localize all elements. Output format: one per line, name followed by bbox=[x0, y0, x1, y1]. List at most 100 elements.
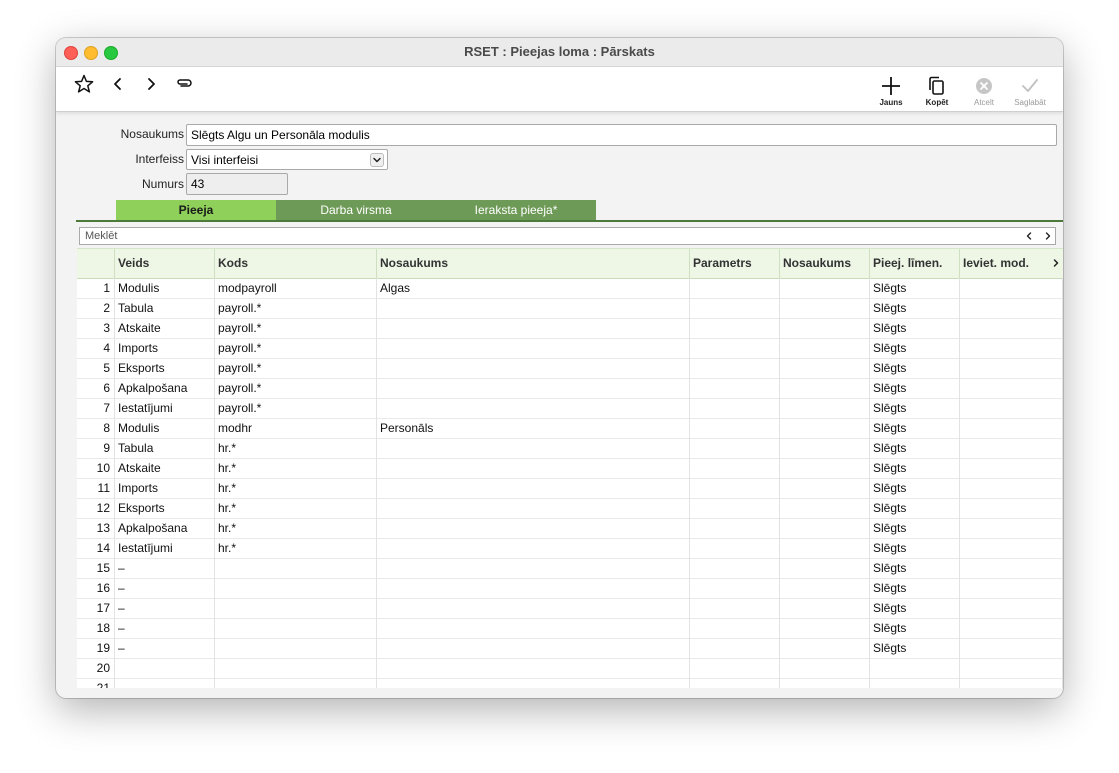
nosaukums-cell[interactable] bbox=[377, 458, 690, 478]
veids-cell[interactable]: – bbox=[115, 558, 215, 578]
row-number-cell[interactable]: 18 bbox=[77, 618, 115, 638]
row-number-cell[interactable]: 16 bbox=[77, 578, 115, 598]
header-veids[interactable]: Veids bbox=[115, 249, 215, 278]
veids-cell[interactable]: Modulis bbox=[115, 278, 215, 298]
veids-cell[interactable]: Iestatījumi bbox=[115, 398, 215, 418]
nosaukums-cell[interactable] bbox=[377, 318, 690, 338]
kods-cell[interactable]: payroll.* bbox=[215, 318, 377, 338]
parametrs-cell[interactable] bbox=[690, 438, 780, 458]
number-field[interactable]: 43 bbox=[186, 173, 288, 195]
parametrs-cell[interactable] bbox=[690, 478, 780, 498]
kods-cell[interactable]: hr.* bbox=[215, 498, 377, 518]
kods-cell[interactable]: hr.* bbox=[215, 518, 377, 538]
nosaukums-cell[interactable] bbox=[377, 518, 690, 538]
veids-cell[interactable]: Apkalpošana bbox=[115, 378, 215, 398]
table-row[interactable]: 21 bbox=[77, 678, 1063, 688]
veids-cell[interactable]: Apkalpošana bbox=[115, 518, 215, 538]
ieviet-mod-cell[interactable] bbox=[960, 298, 1063, 318]
row-number-cell[interactable]: 20 bbox=[77, 658, 115, 678]
kods-cell[interactable] bbox=[215, 678, 377, 688]
ieviet-mod-cell[interactable] bbox=[960, 598, 1063, 618]
veids-cell[interactable]: Atskaite bbox=[115, 318, 215, 338]
ieviet-mod-cell[interactable] bbox=[960, 498, 1063, 518]
veids-cell[interactable]: Eksports bbox=[115, 358, 215, 378]
paperclip-icon[interactable] bbox=[174, 73, 196, 95]
tab-ieraksta-pieeja[interactable]: Ieraksta pieeja* bbox=[436, 200, 596, 220]
kods-cell[interactable]: hr.* bbox=[215, 458, 377, 478]
pieej-limen-cell[interactable]: Slēgts bbox=[870, 498, 960, 518]
nosaukums-cell[interactable] bbox=[377, 378, 690, 398]
table-row[interactable]: 12 Eksports hr.* Slēgts bbox=[77, 498, 1063, 519]
table-row[interactable]: 13 Apkalpošana hr.* Slēgts bbox=[77, 518, 1063, 539]
parametrs-cell[interactable] bbox=[690, 398, 780, 418]
veids-cell[interactable]: Eksports bbox=[115, 498, 215, 518]
nosaukums-2-cell[interactable] bbox=[780, 358, 870, 378]
ieviet-mod-cell[interactable] bbox=[960, 638, 1063, 658]
header-ieviet-mod[interactable]: Ieviet. mod. bbox=[960, 249, 1050, 278]
row-number-cell[interactable]: 7 bbox=[77, 398, 115, 418]
ieviet-mod-cell[interactable] bbox=[960, 338, 1063, 358]
table-row[interactable]: 20 bbox=[77, 658, 1063, 679]
pieej-limen-cell[interactable]: Slēgts bbox=[870, 358, 960, 378]
pieej-limen-cell[interactable]: Slēgts bbox=[870, 478, 960, 498]
pieej-limen-cell[interactable]: Slēgts bbox=[870, 438, 960, 458]
table-row[interactable]: 5 Eksports payroll.* Slēgts bbox=[77, 358, 1063, 379]
nosaukums-2-cell[interactable] bbox=[780, 478, 870, 498]
nosaukums-cell[interactable]: Algas bbox=[377, 278, 690, 298]
table-row[interactable]: 6 Apkalpošana payroll.* Slēgts bbox=[77, 378, 1063, 399]
row-number-cell[interactable]: 14 bbox=[77, 538, 115, 558]
row-number-cell[interactable]: 4 bbox=[77, 338, 115, 358]
pieej-limen-cell[interactable] bbox=[870, 658, 960, 678]
row-number-cell[interactable]: 1 bbox=[77, 278, 115, 298]
table-row[interactable]: 4 Imports payroll.* Slēgts bbox=[77, 338, 1063, 359]
row-number-cell[interactable]: 3 bbox=[77, 318, 115, 338]
nosaukums-cell[interactable] bbox=[377, 558, 690, 578]
kods-cell[interactable]: hr.* bbox=[215, 438, 377, 458]
nosaukums-2-cell[interactable] bbox=[780, 438, 870, 458]
parametrs-cell[interactable] bbox=[690, 318, 780, 338]
veids-cell[interactable]: Tabula bbox=[115, 438, 215, 458]
table-row[interactable]: 15– Slēgts bbox=[77, 558, 1063, 579]
kods-cell[interactable] bbox=[215, 618, 377, 638]
nosaukums-cell[interactable] bbox=[377, 298, 690, 318]
veids-cell[interactable]: – bbox=[115, 578, 215, 598]
nosaukums-cell[interactable] bbox=[377, 338, 690, 358]
interface-select[interactable]: Visi interfeisi bbox=[186, 149, 388, 170]
ieviet-mod-cell[interactable] bbox=[960, 438, 1063, 458]
row-number-cell[interactable]: 17 bbox=[77, 598, 115, 618]
name-field[interactable]: Slēgts Algu un Personāla modulis bbox=[186, 124, 1057, 146]
parametrs-cell[interactable] bbox=[690, 598, 780, 618]
nosaukums-2-cell[interactable] bbox=[780, 558, 870, 578]
nosaukums-cell[interactable] bbox=[377, 498, 690, 518]
row-number-cell[interactable]: 5 bbox=[77, 358, 115, 378]
table-row[interactable]: 9 Tabula hr.* Slēgts bbox=[77, 438, 1063, 459]
ieviet-mod-cell[interactable] bbox=[960, 318, 1063, 338]
table-row[interactable]: 10 Atskaite hr.* Slēgts bbox=[77, 458, 1063, 479]
row-number-cell[interactable]: 2 bbox=[77, 298, 115, 318]
veids-cell[interactable]: – bbox=[115, 598, 215, 618]
pieej-limen-cell[interactable]: Slēgts bbox=[870, 458, 960, 478]
veids-cell[interactable]: Modulis bbox=[115, 418, 215, 438]
parametrs-cell[interactable] bbox=[690, 558, 780, 578]
kods-cell[interactable]: payroll.* bbox=[215, 358, 377, 378]
parametrs-cell[interactable] bbox=[690, 458, 780, 478]
nosaukums-2-cell[interactable] bbox=[780, 538, 870, 558]
parametrs-cell[interactable] bbox=[690, 358, 780, 378]
ieviet-mod-cell[interactable] bbox=[960, 398, 1063, 418]
header-parametrs[interactable]: Parametrs bbox=[690, 249, 780, 278]
row-number-cell[interactable]: 11 bbox=[77, 478, 115, 498]
parametrs-cell[interactable] bbox=[690, 618, 780, 638]
pieej-limen-cell[interactable]: Slēgts bbox=[870, 638, 960, 658]
parametrs-cell[interactable] bbox=[690, 638, 780, 658]
parametrs-cell[interactable] bbox=[690, 658, 780, 678]
cancel-button[interactable]: Atcelt bbox=[964, 75, 1004, 111]
row-number-cell[interactable]: 12 bbox=[77, 498, 115, 518]
nosaukums-2-cell[interactable] bbox=[780, 598, 870, 618]
row-number-cell[interactable]: 21 bbox=[77, 678, 115, 688]
search-input[interactable]: Meklēt bbox=[79, 227, 1056, 245]
tab-darba-virsma[interactable]: Darba virsma bbox=[276, 200, 436, 220]
nosaukums-2-cell[interactable] bbox=[780, 398, 870, 418]
kods-cell[interactable]: payroll.* bbox=[215, 398, 377, 418]
search-next-icon[interactable] bbox=[1043, 231, 1053, 241]
table-row[interactable]: 14 Iestatījumi hr.* Slēgts bbox=[77, 538, 1063, 559]
